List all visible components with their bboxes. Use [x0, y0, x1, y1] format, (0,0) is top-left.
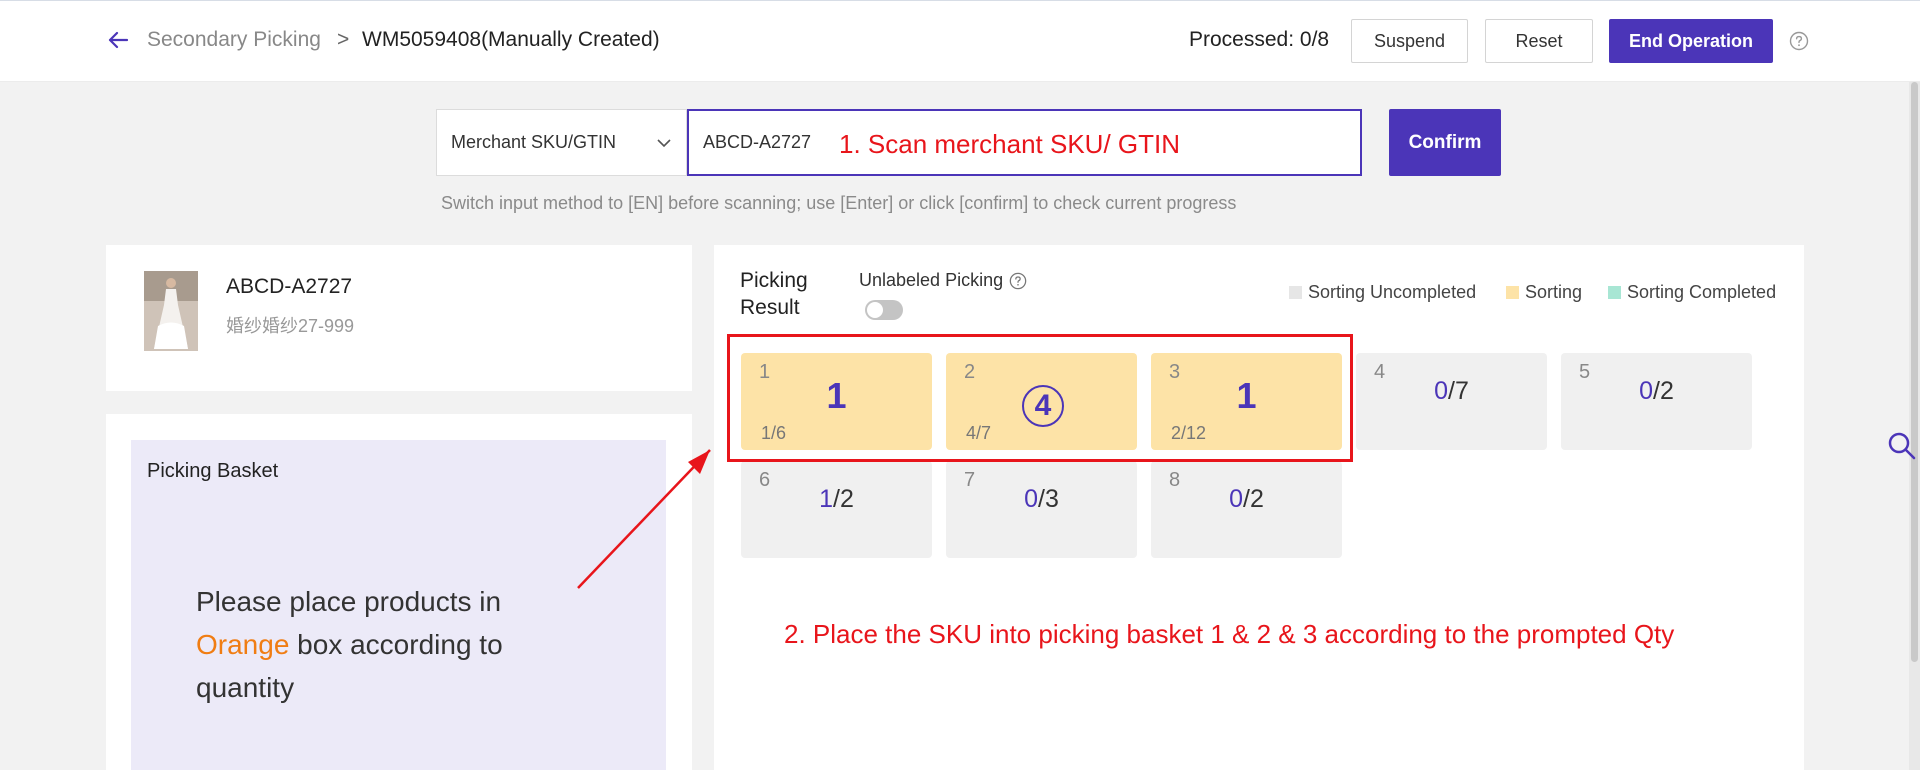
picking-result-card: Picking Result Unlabeled Picking Sorting…: [714, 245, 1804, 770]
unlabeled-picking-label: Unlabeled Picking: [859, 270, 1004, 290]
slot-done-count: 0: [1229, 485, 1244, 513]
legend-sorting: Sorting: [1506, 282, 1582, 303]
slot-total: /2: [1243, 485, 1264, 513]
slot-done-count: 1: [819, 485, 834, 513]
product-name: 婚纱婚纱27-999: [226, 316, 355, 336]
chevron-down-icon: [657, 138, 671, 147]
slot-total: /2: [833, 485, 854, 513]
processed-count: Processed: 0/8: [1189, 28, 1330, 51]
slot-total: /7: [1448, 377, 1469, 405]
breadcrumb-parent[interactable]: Secondary Picking: [147, 28, 321, 52]
basket-message: Please place products in Orange box acco…: [196, 580, 536, 709]
unlabeled-picking: Unlabeled Picking: [859, 270, 1027, 291]
basket-slot-5[interactable]: 5 0/2: [1561, 353, 1752, 450]
basket-slot-6[interactable]: 6 1/2: [741, 461, 932, 558]
legend-swatch-completed: [1608, 286, 1621, 299]
top-bar: Secondary Picking > WM5059408(Manually C…: [0, 0, 1920, 82]
slot-done-count: 0: [1639, 377, 1654, 405]
basket-message-highlight: Orange: [196, 629, 290, 660]
highlight-box: [727, 334, 1353, 462]
slot-progress: 0/3: [946, 485, 1137, 514]
product-thumbnail: [144, 271, 198, 351]
scan-input-value[interactable]: ABCD-A2727: [703, 132, 811, 153]
scrollbar-thumb[interactable]: [1911, 82, 1918, 662]
slot-total: /3: [1038, 485, 1059, 513]
legend-swatch-sorting: [1506, 286, 1519, 299]
slot-progress: 1/2: [741, 485, 932, 514]
end-operation-button[interactable]: End Operation: [1609, 19, 1773, 63]
product-sku: ABCD-A2727: [226, 275, 353, 298]
legend-completed: Sorting Completed: [1608, 282, 1776, 303]
legend-label-completed: Sorting Completed: [1627, 282, 1777, 302]
placement-annotation: 2. Place the SKU into picking basket 1 &…: [784, 619, 1675, 649]
breadcrumb-current: WM5059408(Manually Created): [362, 28, 660, 51]
slot-progress: 0/2: [1561, 377, 1752, 406]
page-scrollbar[interactable]: [1909, 82, 1920, 770]
help-icon[interactable]: [1009, 272, 1027, 290]
basket-title: Picking Basket: [147, 460, 279, 482]
input-method-value: Merchant SKU/GTIN: [451, 132, 617, 152]
toggle-knob: [867, 302, 883, 318]
reset-button[interactable]: Reset: [1485, 19, 1593, 63]
picking-result-label: Picking Result: [740, 269, 808, 319]
annotation-arrow-icon: [577, 449, 711, 589]
slot-total: /2: [1653, 377, 1674, 405]
slot-progress: 0/2: [1151, 485, 1342, 514]
basket-slot-7[interactable]: 7 0/3: [946, 461, 1137, 558]
suspend-button[interactable]: Suspend: [1351, 19, 1468, 63]
basket-slot-8[interactable]: 8 0/2: [1151, 461, 1342, 558]
slot-done-count: 0: [1024, 485, 1039, 513]
legend-label-uncompleted: Sorting Uncompleted: [1308, 282, 1477, 302]
slot-progress: 0/7: [1356, 377, 1547, 406]
legend-swatch-uncompleted: [1289, 286, 1302, 299]
scan-annotation: 1. Scan merchant SKU/ GTIN: [839, 129, 1181, 159]
floating-search-icon[interactable]: [1886, 430, 1916, 460]
help-icon[interactable]: [1789, 31, 1809, 51]
legend-label-sorting: Sorting: [1525, 282, 1583, 302]
scan-tip: Switch input method to [EN] before scann…: [441, 193, 1237, 213]
basket-message-start: Please place products in: [196, 586, 502, 617]
product-card: ABCD-A2727 婚纱婚纱27-999: [106, 245, 692, 391]
basket-slot-4[interactable]: 4 0/7: [1356, 353, 1547, 450]
unlabeled-picking-toggle[interactable]: [865, 300, 903, 320]
confirm-button[interactable]: Confirm: [1389, 109, 1501, 176]
slot-done-count: 0: [1434, 377, 1449, 405]
breadcrumb-separator: >: [337, 28, 350, 51]
legend-uncompleted: Sorting Uncompleted: [1289, 282, 1476, 303]
input-method-select[interactable]: Merchant SKU/GTIN: [436, 109, 687, 176]
back-arrow-icon[interactable]: [107, 29, 129, 51]
